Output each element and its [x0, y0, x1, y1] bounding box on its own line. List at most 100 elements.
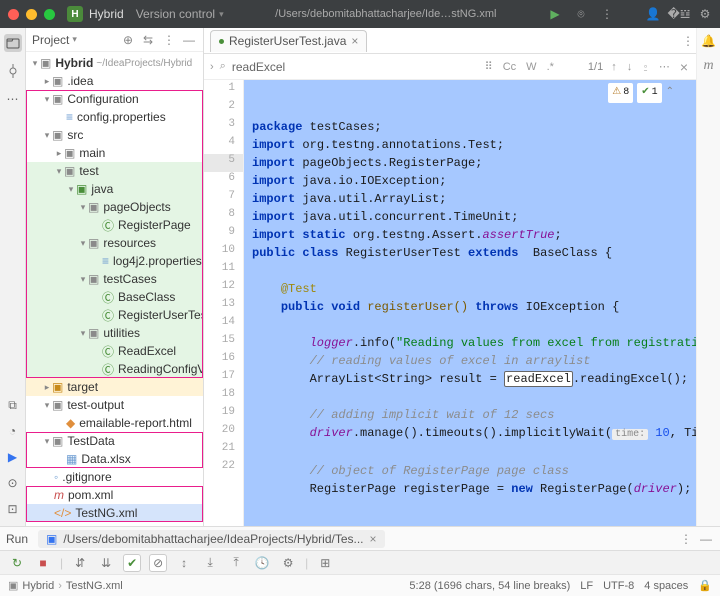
problems-tool-icon[interactable]: ⊡ [4, 500, 22, 518]
settings-run-icon[interactable]: ⚙ [279, 554, 297, 572]
expand-icon[interactable]: ⇆ [143, 33, 157, 47]
user-icon[interactable]: 👤 [646, 7, 660, 21]
run-label[interactable]: Run [6, 532, 28, 546]
show-ignored-icon[interactable]: ⊘ [149, 554, 167, 572]
tree-row[interactable]: ▾▣Hybrid~/IdeaProjects/Hybrid [26, 54, 203, 72]
find-options-icon[interactable]: ⠿ [483, 60, 495, 73]
tree-row[interactable]: ⒸRegisterPage [26, 216, 203, 234]
tree-row[interactable]: ▸▣target [26, 378, 203, 396]
breadcrumb[interactable]: ▣ Hybrid › TestNG.xml [8, 579, 123, 592]
search-icon[interactable]: �𝍈 [672, 7, 686, 21]
commit-tool-icon[interactable] [4, 62, 22, 80]
settings-icon[interactable]: ⚙ [698, 7, 712, 21]
tree-row[interactable]: ≡config.properties [26, 108, 203, 126]
project-tool-icon[interactable] [4, 34, 22, 52]
tree-row[interactable]: ▾▣test-output [26, 396, 203, 414]
tree-row[interactable]: ▦Data.xlsx [26, 450, 203, 468]
tree-row[interactable]: ⒸReadExcel [26, 342, 203, 360]
debug-icon[interactable]: ⌾ [574, 7, 588, 21]
tree-row[interactable]: ⒸReadingConfigValues [26, 360, 203, 378]
show-passed-icon[interactable]: ✔ [123, 554, 141, 572]
readonly-lock-icon[interactable]: 🔒 [698, 579, 712, 592]
left-tool-rail: ⋯ ⧉ ◔ ▶ ⊙ ⊡ [0, 28, 26, 526]
build-tool-icon[interactable]: ◔ [4, 422, 22, 440]
inspection-badges[interactable]: ⚠8✔1⌃ [608, 83, 674, 103]
tree-row[interactable]: ▸▣main [26, 144, 203, 162]
notifications-icon[interactable]: 🔔 [701, 34, 716, 48]
tree-row[interactable]: ▾▣resources [26, 234, 203, 252]
bottom-tool-tabs: Run ▣ /Users/debomitabhattacharjee/IdeaP… [0, 526, 720, 550]
tree-row[interactable]: ◦.gitignore [26, 468, 203, 486]
tree-row[interactable]: ▾▣java [26, 180, 203, 198]
project-badge: H [67, 6, 83, 22]
collapse-icon[interactable]: ⋮ [163, 33, 177, 47]
debug-tool-icon[interactable]: ⊙ [4, 474, 22, 492]
close-find-icon[interactable]: × [678, 59, 690, 75]
tab-options-icon[interactable]: ⋮ [682, 34, 696, 48]
tree-row[interactable]: ▾▣src [26, 126, 203, 144]
layout-icon[interactable]: ⊞ [316, 554, 334, 572]
modified-indicator-icon [219, 39, 224, 44]
sort-icon[interactable]: ↕ [175, 554, 193, 572]
structure-tool-icon[interactable]: ⋯ [4, 90, 22, 108]
tree-row[interactable]: ▸⊞External Libraries [26, 522, 203, 526]
tree-row[interactable]: ≡log4j2.properties [26, 252, 203, 270]
tree-row[interactable]: ⒸRegisterUserTest [26, 306, 203, 324]
tree-row[interactable]: </>TestNG.xml [26, 504, 203, 522]
stop-icon[interactable]: ■ [34, 554, 52, 572]
cursor-position[interactable]: 5:28 (1696 chars, 54 line breaks) [409, 580, 570, 592]
run-config-tab[interactable]: ▣ /Users/debomitabhattacharjee/IdeaProje… [38, 530, 385, 548]
close-window-icon[interactable] [8, 9, 19, 20]
find-input[interactable] [232, 60, 477, 74]
tree-row[interactable]: ▾▣testCases [26, 270, 203, 288]
run-icon[interactable]: ▶ [548, 7, 562, 21]
close-run-tab-icon[interactable]: × [370, 532, 377, 546]
tree-row[interactable]: ⒸBaseClass [26, 288, 203, 306]
tree-row[interactable]: ▾▣utilities [26, 324, 203, 342]
vcs-menu[interactable]: Version control [136, 7, 215, 21]
tree-row[interactable]: ▸▣.idea [26, 72, 203, 90]
tree-row[interactable]: ▾▣pageObjects [26, 198, 203, 216]
chevron-right-icon[interactable]: › [210, 61, 214, 73]
tab-registerusertest[interactable]: RegisterUserTest.java × [210, 30, 367, 52]
project-tree[interactable]: ▾▣Hybrid~/IdeaProjects/Hybrid ▸▣.idea ▾▣… [26, 52, 203, 526]
run-options-icon[interactable]: ⋮ [680, 532, 694, 546]
locate-icon[interactable]: ⊕ [123, 33, 137, 47]
toggle-tree-icon[interactable]: ⇵ [71, 554, 89, 572]
maven-tool-icon[interactable]: m [703, 58, 713, 74]
close-tab-icon[interactable]: × [351, 34, 358, 48]
tree-row[interactable]: ◆emailable-report.html [26, 414, 203, 432]
regex-toggle[interactable]: .* [545, 61, 556, 73]
tree-row[interactable]: ▾▣TestData [26, 432, 203, 450]
tree-row[interactable]: mpom.xml [26, 486, 203, 504]
run-tool-icon[interactable]: ▶ [4, 448, 22, 466]
history-icon[interactable]: 🕓 [253, 554, 271, 572]
match-case-toggle[interactable]: Cc [501, 61, 518, 73]
next-match-icon[interactable]: ↓ [625, 61, 635, 73]
code-content[interactable]: ⚠8✔1⌃ package testCases; import org.test… [244, 80, 696, 526]
indent-setting[interactable]: 4 spaces [644, 580, 688, 592]
sidebar-title[interactable]: Project [32, 33, 69, 47]
hide-icon[interactable]: — [183, 33, 197, 47]
rerun-icon[interactable]: ↻ [8, 554, 26, 572]
prev-match-icon[interactable]: ↑ [609, 61, 619, 73]
editor-body[interactable]: 1234 567 8▶ 910 11▶ 12131415 16171819 20… [204, 80, 696, 526]
maximize-window-icon[interactable] [44, 9, 55, 20]
more-find-icon[interactable]: ⋯ [657, 60, 672, 73]
hide-run-icon[interactable]: — [700, 532, 714, 546]
minimize-window-icon[interactable] [26, 9, 37, 20]
tree-row[interactable]: ▾▣Configuration [26, 90, 203, 108]
encoding[interactable]: UTF-8 [603, 580, 634, 592]
import-icon[interactable]: ⤓ [201, 554, 219, 572]
terminal-tool-icon[interactable]: ⧉ [4, 396, 22, 414]
line-separator[interactable]: LF [580, 580, 593, 592]
tree-row[interactable]: ▾▣test [26, 162, 203, 180]
expand-all-icon[interactable]: ⇊ [97, 554, 115, 572]
more-icon[interactable]: ⋮ [600, 7, 614, 21]
traffic-lights [8, 9, 55, 20]
filter-icon[interactable]: ⍛ [640, 60, 651, 73]
whole-word-toggle[interactable]: W [524, 61, 538, 73]
export-icon[interactable]: ⤒ [227, 554, 245, 572]
tab-label: RegisterUserTest.java [229, 34, 346, 48]
breadcrumb-file[interactable]: TestNG.xml [66, 580, 123, 592]
